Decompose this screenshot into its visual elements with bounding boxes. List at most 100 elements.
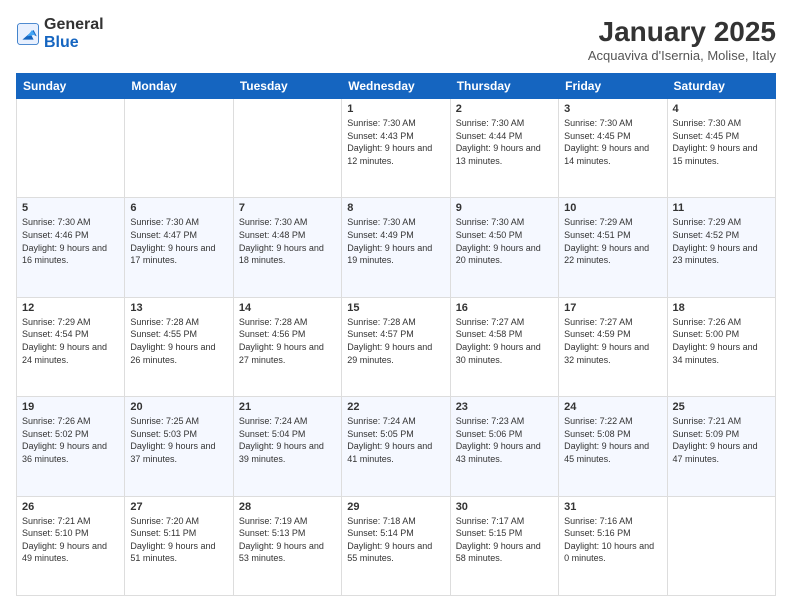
day-info: Sunrise: 7:30 AM Sunset: 4:48 PM Dayligh… bbox=[239, 216, 336, 266]
calendar-cell: 19 Sunrise: 7:26 AM Sunset: 5:02 PM Dayli… bbox=[17, 397, 125, 496]
day-info: Sunrise: 7:30 AM Sunset: 4:43 PM Dayligh… bbox=[347, 117, 444, 167]
day-info: Sunrise: 7:29 AM Sunset: 4:52 PM Dayligh… bbox=[673, 216, 770, 266]
location: Acquaviva d'Isernia, Molise, Italy bbox=[588, 48, 776, 63]
day-number: 19 bbox=[22, 401, 119, 413]
day-info: Sunrise: 7:27 AM Sunset: 4:58 PM Dayligh… bbox=[456, 316, 553, 366]
day-header-tuesday: Tuesday bbox=[233, 74, 341, 99]
day-number: 31 bbox=[564, 501, 661, 513]
calendar-cell: 2Sunrise: 7:30 AM Sunset: 4:44 PM Daylig… bbox=[450, 99, 558, 198]
week-row-1: 1 Sunrise: 7:30 AM Sunset: 4:43 PM Daylig… bbox=[17, 99, 776, 198]
day-number: 3 bbox=[564, 103, 661, 115]
calendar-cell: 17 Sunrise: 7:27 AM Sunset: 4:59 PM Dayli… bbox=[559, 297, 667, 396]
day-number: 23 bbox=[456, 401, 553, 413]
day-number: 14 bbox=[239, 302, 336, 314]
day-number: 2 bbox=[456, 103, 553, 115]
day-info: Sunrise: 7:30 AM Sunset: 4:45 PM Dayligh… bbox=[673, 117, 770, 167]
day-info: Sunrise: 7:28 AM Sunset: 4:57 PM Dayligh… bbox=[347, 316, 444, 366]
day-number: 24 bbox=[564, 401, 661, 413]
day-number: 28 bbox=[239, 501, 336, 513]
day-info: Sunrise: 7:30 AM Sunset: 4:46 PM Dayligh… bbox=[22, 216, 119, 266]
day-header-saturday: Saturday bbox=[667, 74, 775, 99]
calendar-cell: 22Sunrise: 7:24 AM Sunset: 5:05 PM Dayli… bbox=[342, 397, 450, 496]
calendar-cell: 3Sunrise: 7:30 AM Sunset: 4:45 PM Daylig… bbox=[559, 99, 667, 198]
day-number: 27 bbox=[130, 501, 227, 513]
day-number: 10 bbox=[564, 202, 661, 214]
day-number: 30 bbox=[456, 501, 553, 513]
calendar-cell: 28 Sunrise: 7:19 AM Sunset: 5:13 PM Dayli… bbox=[233, 496, 341, 595]
day-info: Sunrise: 7:17 AM Sunset: 5:15 PM Dayligh… bbox=[456, 515, 553, 565]
calendar-cell: 7 Sunrise: 7:30 AM Sunset: 4:48 PM Daylig… bbox=[233, 198, 341, 297]
calendar-cell: 14 Sunrise: 7:28 AM Sunset: 4:56 PM Dayli… bbox=[233, 297, 341, 396]
logo-text: General Blue bbox=[44, 16, 104, 51]
day-info: Sunrise: 7:22 AM Sunset: 5:08 PM Dayligh… bbox=[564, 415, 661, 465]
day-number: 18 bbox=[673, 302, 770, 314]
calendar-cell: 25 Sunrise: 7:21 AM Sunset: 5:09 PM Dayli… bbox=[667, 397, 775, 496]
day-number: 26 bbox=[22, 501, 119, 513]
day-header-wednesday: Wednesday bbox=[342, 74, 450, 99]
day-number: 6 bbox=[130, 202, 227, 214]
week-row-4: 19 Sunrise: 7:26 AM Sunset: 5:02 PM Dayli… bbox=[17, 397, 776, 496]
calendar-cell bbox=[125, 99, 233, 198]
calendar-cell: 6 Sunrise: 7:30 AM Sunset: 4:47 PM Daylig… bbox=[125, 198, 233, 297]
calendar-cell: 30 Sunrise: 7:17 AM Sunset: 5:15 PM Dayli… bbox=[450, 496, 558, 595]
calendar-cell: 18 Sunrise: 7:26 AM Sunset: 5:00 PM Dayli… bbox=[667, 297, 775, 396]
day-number: 9 bbox=[456, 202, 553, 214]
logo: General Blue bbox=[16, 16, 104, 51]
day-number: 29 bbox=[347, 501, 444, 513]
calendar-cell: 29Sunrise: 7:18 AM Sunset: 5:14 PM Dayli… bbox=[342, 496, 450, 595]
day-info: Sunrise: 7:27 AM Sunset: 4:59 PM Dayligh… bbox=[564, 316, 661, 366]
day-info: Sunrise: 7:30 AM Sunset: 4:49 PM Dayligh… bbox=[347, 216, 444, 266]
calendar-cell: 8 Sunrise: 7:30 AM Sunset: 4:49 PM Daylig… bbox=[342, 198, 450, 297]
calendar-header-row: SundayMondayTuesdayWednesdayThursdayFrid… bbox=[17, 74, 776, 99]
day-number: 11 bbox=[673, 202, 770, 214]
calendar-cell: 31Sunrise: 7:16 AM Sunset: 5:16 PM Dayli… bbox=[559, 496, 667, 595]
day-info: Sunrise: 7:26 AM Sunset: 5:02 PM Dayligh… bbox=[22, 415, 119, 465]
calendar-cell: 23Sunrise: 7:23 AM Sunset: 5:06 PM Dayli… bbox=[450, 397, 558, 496]
day-info: Sunrise: 7:25 AM Sunset: 5:03 PM Dayligh… bbox=[130, 415, 227, 465]
day-info: Sunrise: 7:28 AM Sunset: 4:55 PM Dayligh… bbox=[130, 316, 227, 366]
day-info: Sunrise: 7:28 AM Sunset: 4:56 PM Dayligh… bbox=[239, 316, 336, 366]
day-number: 12 bbox=[22, 302, 119, 314]
calendar-cell: 11 Sunrise: 7:29 AM Sunset: 4:52 PM Dayli… bbox=[667, 198, 775, 297]
day-info: Sunrise: 7:19 AM Sunset: 5:13 PM Dayligh… bbox=[239, 515, 336, 565]
calendar-cell: 10 Sunrise: 7:29 AM Sunset: 4:51 PM Dayli… bbox=[559, 198, 667, 297]
day-info: Sunrise: 7:20 AM Sunset: 5:11 PM Dayligh… bbox=[130, 515, 227, 565]
week-row-3: 12Sunrise: 7:29 AM Sunset: 4:54 PM Dayli… bbox=[17, 297, 776, 396]
day-number: 8 bbox=[347, 202, 444, 214]
calendar-cell: 15 Sunrise: 7:28 AM Sunset: 4:57 PM Dayli… bbox=[342, 297, 450, 396]
calendar-cell: 13Sunrise: 7:28 AM Sunset: 4:55 PM Dayli… bbox=[125, 297, 233, 396]
calendar-cell: 24 Sunrise: 7:22 AM Sunset: 5:08 PM Dayli… bbox=[559, 397, 667, 496]
calendar-cell bbox=[233, 99, 341, 198]
day-number: 15 bbox=[347, 302, 444, 314]
day-header-friday: Friday bbox=[559, 74, 667, 99]
day-number: 17 bbox=[564, 302, 661, 314]
calendar-cell: 9 Sunrise: 7:30 AM Sunset: 4:50 PM Daylig… bbox=[450, 198, 558, 297]
calendar-cell: 12Sunrise: 7:29 AM Sunset: 4:54 PM Dayli… bbox=[17, 297, 125, 396]
day-number: 4 bbox=[673, 103, 770, 115]
calendar-cell: 21 Sunrise: 7:24 AM Sunset: 5:04 PM Dayli… bbox=[233, 397, 341, 496]
day-number: 21 bbox=[239, 401, 336, 413]
calendar-table: SundayMondayTuesdayWednesdayThursdayFrid… bbox=[16, 73, 776, 596]
calendar-cell: 27 Sunrise: 7:20 AM Sunset: 5:11 PM Dayli… bbox=[125, 496, 233, 595]
calendar-cell bbox=[17, 99, 125, 198]
day-info: Sunrise: 7:30 AM Sunset: 4:50 PM Dayligh… bbox=[456, 216, 553, 266]
week-row-2: 5Sunrise: 7:30 AM Sunset: 4:46 PM Daylig… bbox=[17, 198, 776, 297]
day-number: 25 bbox=[673, 401, 770, 413]
title-block: January 2025 Acquaviva d'Isernia, Molise… bbox=[588, 16, 776, 63]
day-number: 1 bbox=[347, 103, 444, 115]
day-info: Sunrise: 7:24 AM Sunset: 5:05 PM Dayligh… bbox=[347, 415, 444, 465]
day-info: Sunrise: 7:21 AM Sunset: 5:09 PM Dayligh… bbox=[673, 415, 770, 465]
calendar-cell: 20 Sunrise: 7:25 AM Sunset: 5:03 PM Dayli… bbox=[125, 397, 233, 496]
calendar-cell: 5Sunrise: 7:30 AM Sunset: 4:46 PM Daylig… bbox=[17, 198, 125, 297]
calendar-cell: 16Sunrise: 7:27 AM Sunset: 4:58 PM Dayli… bbox=[450, 297, 558, 396]
day-header-thursday: Thursday bbox=[450, 74, 558, 99]
day-header-monday: Monday bbox=[125, 74, 233, 99]
day-info: Sunrise: 7:24 AM Sunset: 5:04 PM Dayligh… bbox=[239, 415, 336, 465]
day-number: 20 bbox=[130, 401, 227, 413]
day-info: Sunrise: 7:21 AM Sunset: 5:10 PM Dayligh… bbox=[22, 515, 119, 565]
day-info: Sunrise: 7:29 AM Sunset: 4:51 PM Dayligh… bbox=[564, 216, 661, 266]
day-number: 7 bbox=[239, 202, 336, 214]
day-info: Sunrise: 7:30 AM Sunset: 4:47 PM Dayligh… bbox=[130, 216, 227, 266]
day-info: Sunrise: 7:26 AM Sunset: 5:00 PM Dayligh… bbox=[673, 316, 770, 366]
week-row-5: 26 Sunrise: 7:21 AM Sunset: 5:10 PM Dayli… bbox=[17, 496, 776, 595]
